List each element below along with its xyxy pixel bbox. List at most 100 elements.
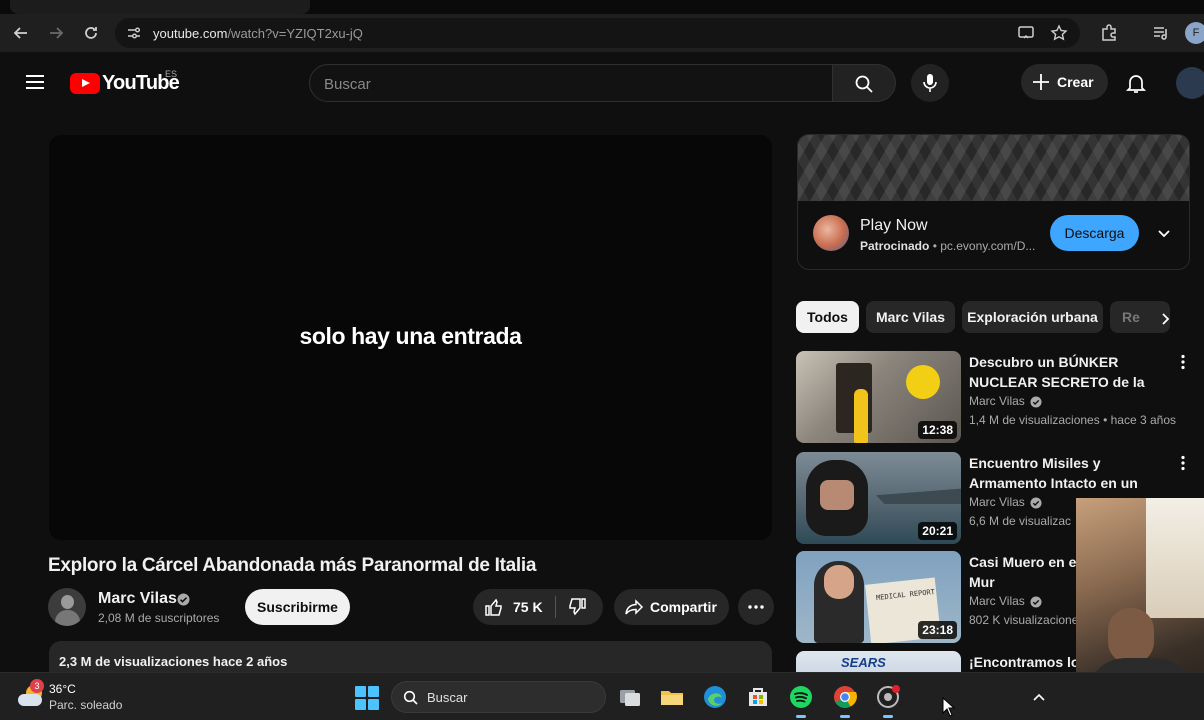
weather-badge: 3 bbox=[30, 679, 44, 693]
channel-avatar[interactable] bbox=[48, 588, 86, 626]
browser-tab[interactable] bbox=[10, 0, 310, 14]
win-logo-pane bbox=[368, 686, 379, 697]
browser-tab-strip bbox=[0, 0, 1204, 14]
site-settings-icon[interactable] bbox=[125, 24, 143, 42]
avatar-head bbox=[61, 595, 74, 609]
search-icon bbox=[855, 75, 873, 93]
video-thumbnail[interactable]: 12:38 bbox=[796, 351, 961, 443]
thumb-sears-logo: SEARS bbox=[841, 655, 886, 670]
ad-title[interactable]: Play Now bbox=[860, 217, 928, 235]
recommendation-title[interactable]: Encuentro Misiles y Armamento Intacto en… bbox=[969, 453, 1179, 493]
chip-todos[interactable]: Todos bbox=[796, 301, 859, 333]
browser-toolbar: youtube.com/watch?v=YZIQT2xu-jQ F bbox=[0, 14, 1204, 52]
recommendation-channel[interactable]: Marc Vilas bbox=[969, 495, 1025, 509]
cast-icon[interactable] bbox=[1017, 24, 1035, 42]
extensions-puzzle-icon[interactable] bbox=[1099, 23, 1119, 43]
subscribe-button[interactable]: Suscribirme bbox=[245, 589, 350, 625]
video-thumbnail[interactable]: 20:21 bbox=[796, 452, 961, 544]
video-subtitle-caption: solo hay una entrada bbox=[299, 323, 522, 349]
recommendation-meta: 802 K visualizacione bbox=[969, 613, 1079, 627]
chip-exploracion-urbana[interactable]: Exploración urbana bbox=[962, 301, 1103, 333]
win-logo-pane bbox=[368, 699, 379, 710]
weather-temperature[interactable]: 36°C bbox=[49, 682, 76, 696]
chrome-browser-icon[interactable] bbox=[832, 684, 858, 718]
forward-arrow-icon[interactable] bbox=[46, 23, 66, 43]
thumb-face bbox=[824, 565, 854, 599]
ad-domain: • pc.evony.com/D... bbox=[929, 239, 1036, 253]
spotify-icon[interactable] bbox=[788, 684, 814, 718]
back-arrow-icon[interactable] bbox=[11, 23, 31, 43]
windows-taskbar: 3 36°C Parc. soleado Buscar bbox=[0, 672, 1204, 720]
recommendation-channel[interactable]: Marc Vilas bbox=[969, 394, 1025, 408]
channel-name[interactable]: Marc Vilas bbox=[98, 590, 177, 608]
tray-chevron-up-icon[interactable] bbox=[1031, 690, 1047, 706]
thumbs-up-icon bbox=[485, 598, 502, 616]
thumb-hazmat-figure bbox=[854, 389, 868, 443]
recommendation-title[interactable]: Descubro un BÚNKER NUCLEAR SECRETO de la… bbox=[969, 352, 1179, 392]
address-bar[interactable]: youtube.com/watch?v=YZIQT2xu-jQ bbox=[115, 18, 1080, 48]
weather-cloud bbox=[18, 694, 42, 706]
create-button[interactable]: Crear bbox=[1021, 64, 1108, 100]
recommendation-meta: 6,6 M de visualizac bbox=[969, 514, 1072, 528]
edge-browser-icon[interactable] bbox=[702, 684, 728, 710]
sponsored-ad-card[interactable]: Play Now Patrocinado • pc.evony.com/D...… bbox=[797, 134, 1190, 270]
microsoft-store-icon[interactable] bbox=[745, 684, 771, 710]
ad-sponsored-label: Patrocinado bbox=[860, 239, 930, 253]
thumb-face bbox=[820, 480, 854, 510]
ad-download-button[interactable]: Descarga bbox=[1050, 215, 1139, 251]
microphone-icon bbox=[923, 74, 937, 92]
file-explorer-icon[interactable] bbox=[659, 684, 685, 710]
reload-icon[interactable] bbox=[81, 23, 101, 43]
search-button[interactable] bbox=[833, 64, 896, 102]
video-duration: 12:38 bbox=[918, 421, 957, 439]
avatar-body bbox=[55, 610, 80, 626]
create-label: Crear bbox=[1057, 74, 1094, 90]
media-controls-icon[interactable] bbox=[1151, 23, 1171, 43]
video-thumbnail[interactable]: SEARS bbox=[796, 651, 961, 672]
chrome-profile-icon[interactable] bbox=[875, 684, 901, 718]
search-input[interactable] bbox=[324, 74, 804, 94]
account-avatar[interactable] bbox=[1176, 67, 1204, 99]
ad-app-logo bbox=[813, 215, 849, 251]
like-divider bbox=[555, 596, 556, 618]
url-host: youtube.com bbox=[153, 26, 228, 41]
webcam-window-light bbox=[1146, 498, 1204, 618]
more-actions-button[interactable] bbox=[738, 589, 774, 625]
recommendation-channel[interactable]: Marc Vilas bbox=[969, 594, 1025, 608]
win-logo-pane bbox=[355, 686, 366, 697]
hamburger-menu-icon[interactable] bbox=[24, 71, 46, 93]
taskbar-search[interactable]: Buscar bbox=[391, 681, 606, 713]
video-thumbnail[interactable]: MEDICAL REPORT 23:18 bbox=[796, 551, 961, 643]
more-vertical-icon[interactable] bbox=[1174, 353, 1192, 371]
chevron-down-icon[interactable] bbox=[1154, 223, 1174, 243]
views-and-date: 2,3 M de visualizaciones hace 2 años bbox=[59, 654, 288, 669]
ad-sponsor-line: Patrocinado • pc.evony.com/D... bbox=[860, 239, 1035, 253]
youtube-play-icon bbox=[70, 72, 100, 94]
windows-start-icon[interactable] bbox=[355, 686, 379, 710]
more-vertical-icon[interactable] bbox=[1174, 454, 1192, 472]
share-button[interactable]: Compartir bbox=[614, 589, 729, 625]
verified-badge-icon bbox=[1030, 396, 1042, 408]
youtube-header: YouTube ES Crear bbox=[0, 52, 1204, 112]
thumb-aircraft-carrier bbox=[876, 488, 961, 504]
task-view-icon[interactable] bbox=[617, 684, 643, 710]
more-horizontal-icon bbox=[748, 605, 764, 609]
recommendation-item[interactable]: 12:38 Descubro un BÚNKER NUCLEAR SECRETO… bbox=[796, 351, 1204, 443]
chevron-right-icon[interactable] bbox=[1155, 309, 1175, 329]
video-owner-row: Marc Vilas 2,08 M de suscriptores Suscri… bbox=[48, 588, 774, 628]
bookmark-star-icon[interactable] bbox=[1050, 24, 1068, 42]
like-button[interactable]: 75 K bbox=[473, 589, 555, 625]
notifications-bell-icon[interactable] bbox=[1125, 72, 1147, 94]
ad-banner-image[interactable] bbox=[798, 135, 1189, 201]
voice-search-button[interactable] bbox=[911, 64, 949, 102]
search-box[interactable] bbox=[309, 64, 833, 102]
thumbs-down-icon[interactable] bbox=[567, 597, 587, 617]
win-logo-pane bbox=[355, 699, 366, 710]
video-player[interactable]: solo hay una entrada bbox=[49, 135, 772, 540]
browser-profile-avatar[interactable]: F bbox=[1185, 22, 1204, 44]
weather-condition[interactable]: Parc. soleado bbox=[49, 698, 122, 712]
youtube-logo[interactable]: YouTube bbox=[70, 71, 180, 95]
region-code: ES bbox=[165, 69, 178, 79]
radiation-symbol-icon bbox=[906, 365, 940, 399]
chip-marc-vilas[interactable]: Marc Vilas bbox=[866, 301, 955, 333]
